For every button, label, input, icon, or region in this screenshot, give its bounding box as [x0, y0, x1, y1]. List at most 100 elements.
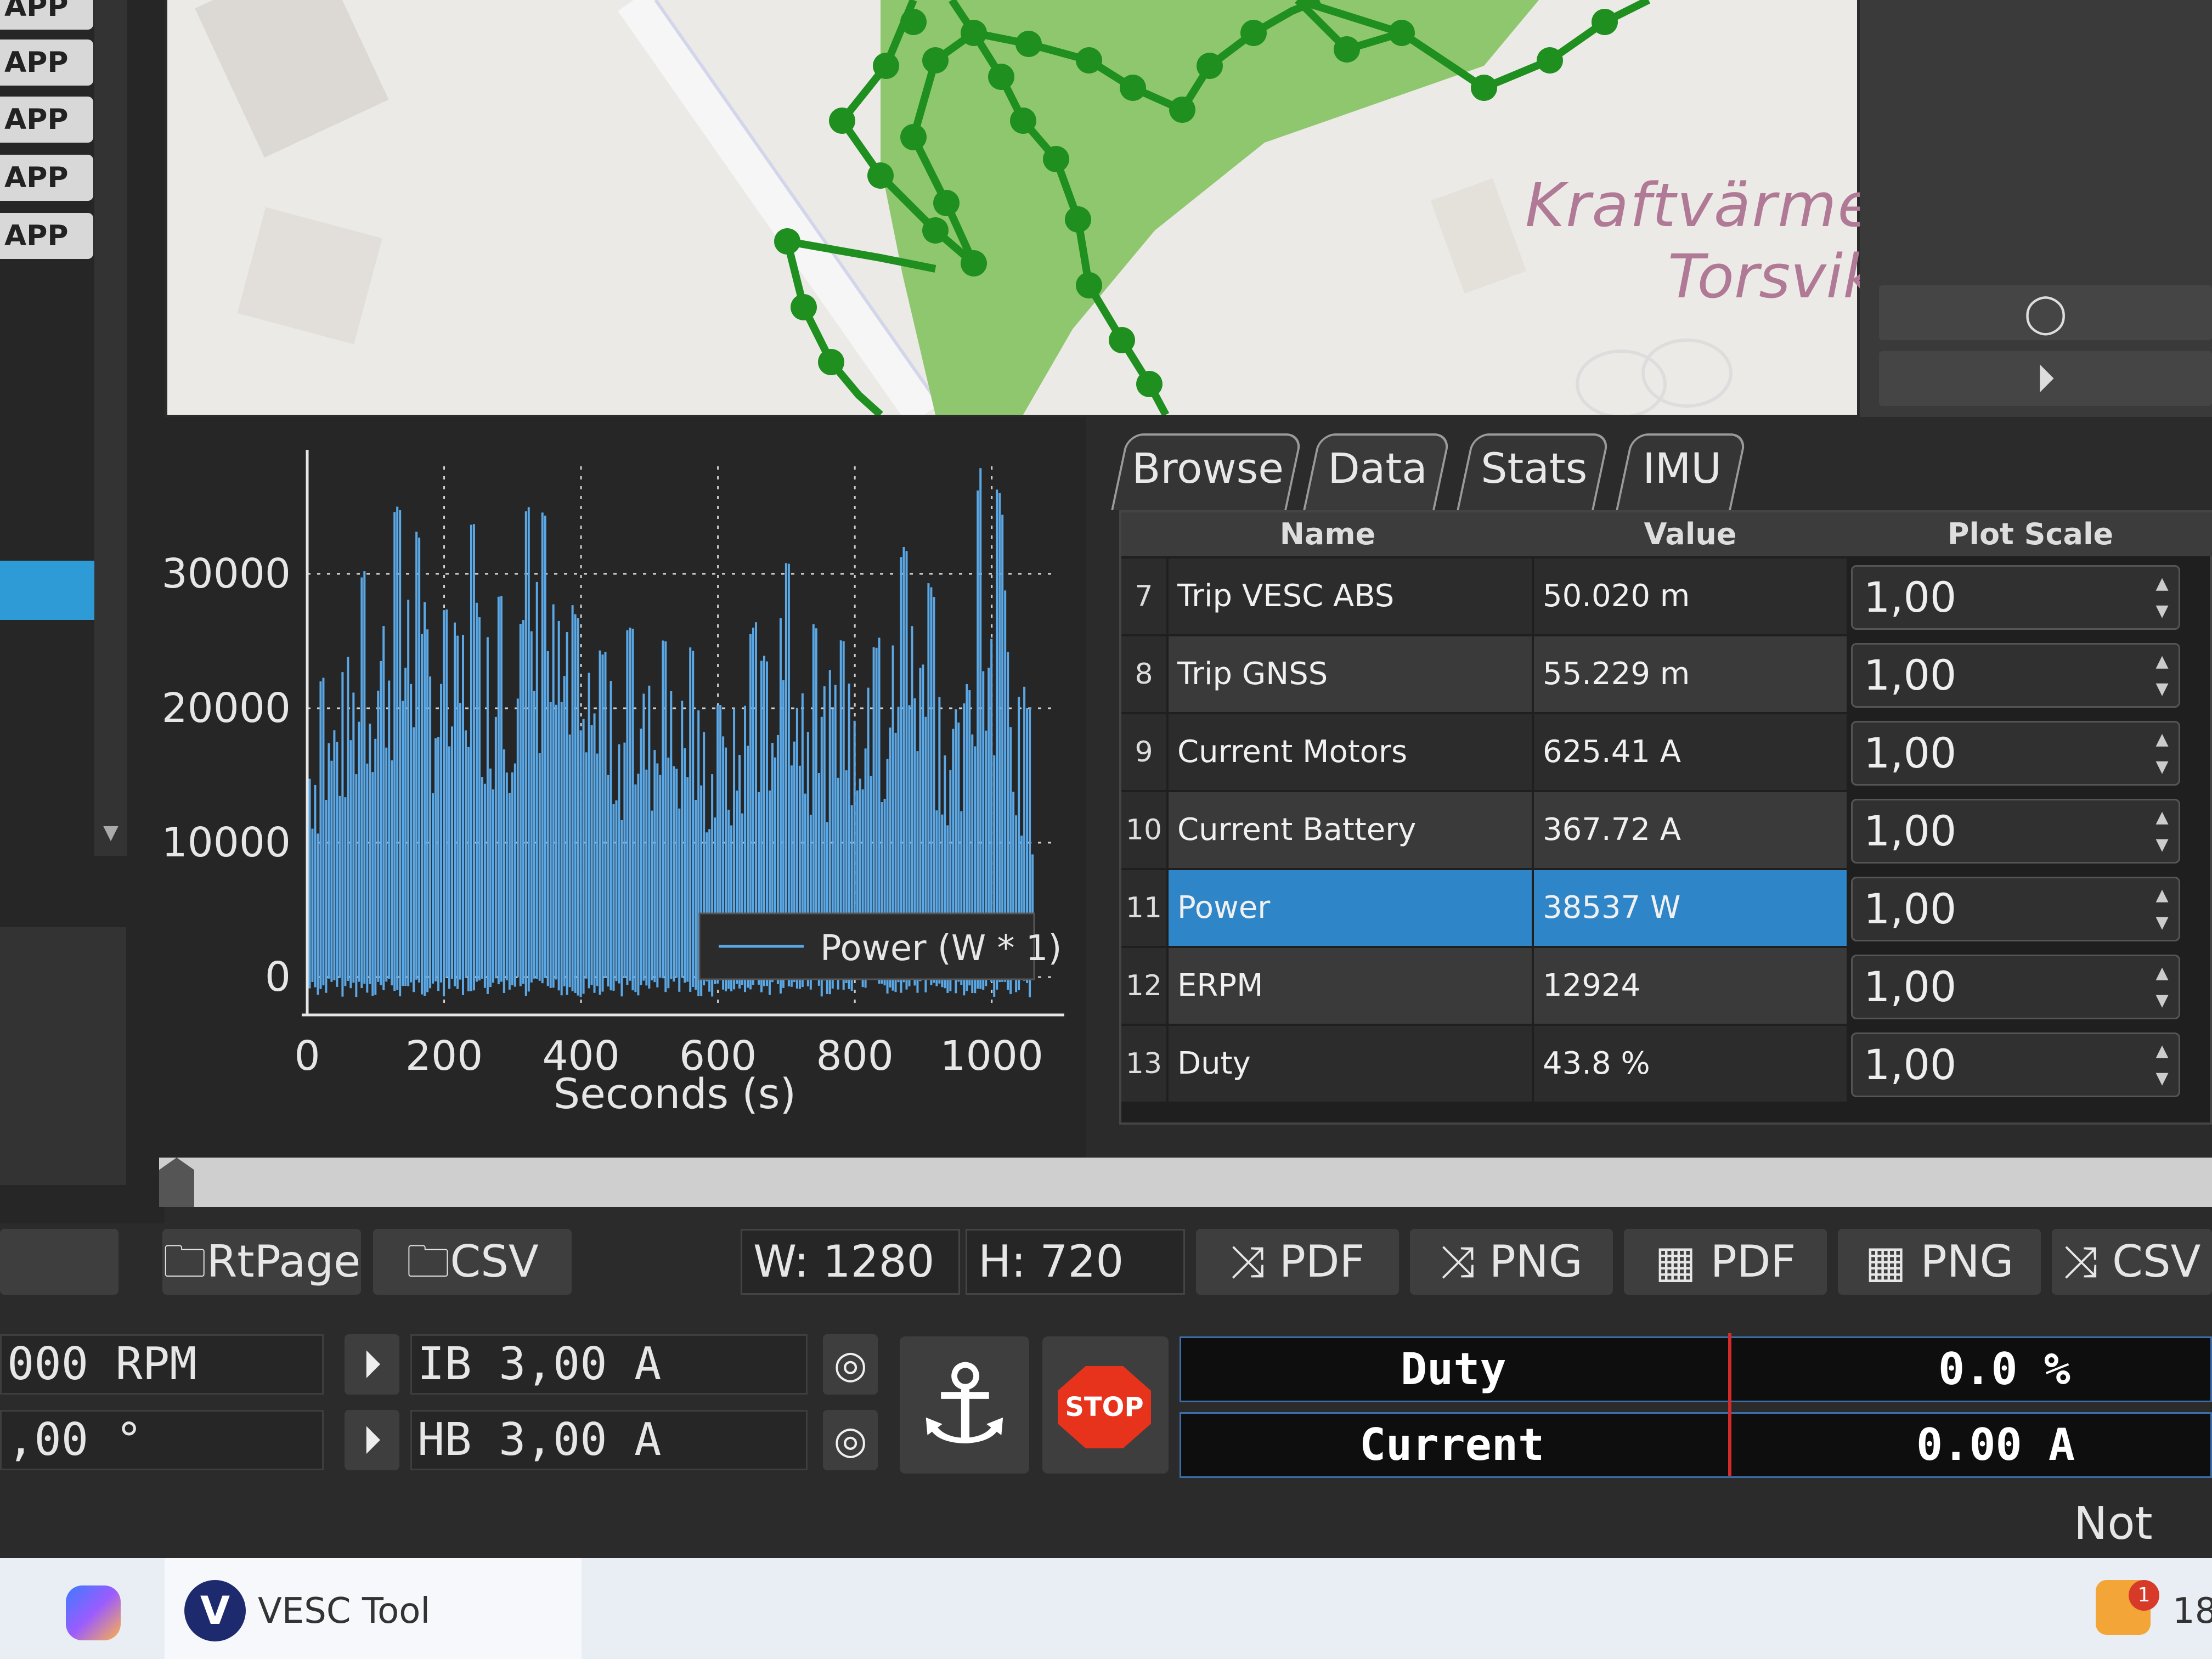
ib-input[interactable]: IB 3,00 A	[410, 1334, 808, 1395]
clock[interactable]: 18	[2172, 1591, 2212, 1632]
spin-arrows-icon[interactable]: ▲ ▼	[2151, 882, 2173, 936]
chart-bar	[489, 768, 492, 988]
sidebar-scrollbar[interactable]	[94, 0, 127, 856]
spin-arrows-icon[interactable]: ▲ ▼	[2151, 648, 2173, 703]
row-value: 38537 W	[1534, 870, 1847, 946]
copilot-icon[interactable]	[66, 1585, 121, 1640]
chart-bar	[648, 685, 651, 989]
brake-icon[interactable]: ◎	[823, 1410, 878, 1470]
app-button-4[interactable]: APP	[0, 155, 93, 201]
chart-bar	[522, 620, 524, 984]
x-tick-label: 0	[294, 1032, 320, 1080]
chart-bar	[631, 628, 634, 991]
map-png-button[interactable]: ▦ PNG	[1838, 1229, 2041, 1295]
chart-bar	[689, 647, 692, 992]
height-input[interactable]: H: 720	[966, 1229, 1185, 1295]
chart-bar	[568, 734, 571, 988]
chart-bar	[404, 668, 407, 986]
table-row[interactable]: 9 Current Motors 625.41 A 1,00 ▲ ▼	[1121, 714, 2212, 792]
rtpage-label: RtPage	[206, 1236, 361, 1287]
header-name[interactable]: Name	[1121, 512, 1534, 556]
spin-arrows-icon[interactable]: ▲ ▼	[2151, 804, 2173, 859]
chart-bar	[456, 635, 459, 989]
spin-arrows-icon[interactable]: ▲ ▼	[2151, 960, 2173, 1014]
export-pdf-button[interactable]: ⤨ PDF	[1196, 1229, 1399, 1295]
chart-bar	[410, 684, 413, 983]
sidebar-selected-item[interactable]	[0, 561, 94, 620]
table-row[interactable]: 13 Duty 43.8 % 1,00 ▲ ▼	[1121, 1026, 2212, 1104]
chart-bar	[684, 748, 686, 983]
hb-input[interactable]: HB 3,00 A	[410, 1410, 808, 1470]
table-row[interactable]: 11 Power 38537 W 1,00 ▲ ▼	[1121, 870, 2212, 948]
pdf-label: PDF	[1279, 1236, 1365, 1287]
chart-bar	[308, 778, 311, 989]
chevron-down-icon[interactable]: ▼	[97, 816, 125, 849]
chart-bar	[607, 775, 610, 987]
x-tick-label: 200	[405, 1032, 483, 1080]
chart-bar	[695, 799, 697, 990]
map-place-label-2: Torsvik	[1668, 241, 1878, 312]
play-icon[interactable]: ⏵	[345, 1334, 399, 1395]
timeline-slider[interactable]	[159, 1158, 2212, 1207]
plot-scale-spinbox[interactable]: 1,00 ▲ ▼	[1851, 955, 2180, 1019]
width-input[interactable]: W: 1280	[741, 1229, 960, 1295]
chart-bar	[577, 618, 579, 996]
play-icon[interactable]: ⏵	[1879, 351, 2212, 406]
export-csv-button[interactable]: ⤨ CSV	[2052, 1229, 2212, 1295]
tab-imu[interactable]: IMU	[1616, 433, 1747, 510]
chart-bar	[590, 725, 593, 985]
spin-arrows-icon[interactable]: ▲ ▼	[2151, 570, 2173, 625]
circle-icon[interactable]: ◯	[1879, 285, 2212, 340]
angle-input[interactable]: ,00 °	[0, 1410, 324, 1470]
table-row[interactable]: 8 Trip GNSS 55.229 m 1,00 ▲ ▼	[1121, 636, 2212, 714]
tab-stats[interactable]: Stats	[1457, 433, 1610, 510]
play-icon[interactable]: ⏵	[345, 1410, 399, 1470]
plot-scale-spinbox[interactable]: 1,00 ▲ ▼	[1851, 565, 2180, 630]
spin-arrows-icon[interactable]: ▲ ▼	[2151, 726, 2173, 781]
plot-scale-spinbox[interactable]: 1,00 ▲ ▼	[1851, 721, 2180, 786]
csv-button[interactable]: 🗀CSV	[373, 1229, 572, 1295]
app-button-3[interactable]: APP	[0, 97, 93, 143]
chart-export-icon: ⤨	[1230, 1236, 1266, 1287]
chart-bar	[448, 746, 451, 989]
tab-browse[interactable]: Browse	[1111, 433, 1303, 510]
chart-bar	[440, 684, 443, 983]
chart-bar	[604, 652, 607, 978]
chart-bar	[686, 777, 689, 982]
plot-scale-spinbox[interactable]: 1,00 ▲ ▼	[1851, 1032, 2180, 1097]
app-button-5[interactable]: APP	[0, 213, 93, 259]
header-plot-scale[interactable]: Plot Scale	[1847, 512, 2212, 556]
rtpage-button[interactable]: 🗀RtPage	[162, 1229, 361, 1295]
chart-bar	[341, 672, 344, 997]
brake-icon[interactable]: ◎	[823, 1334, 878, 1395]
row-value: 55.229 m	[1534, 636, 1847, 712]
app-button-1[interactable]: APP	[0, 0, 93, 30]
plot-scale-value: 1,00	[1864, 729, 1957, 777]
header-value[interactable]: Value	[1534, 512, 1847, 556]
chart-bar	[593, 713, 596, 993]
rpm-input[interactable]: 000 RPM	[0, 1334, 324, 1395]
app-button-2[interactable]: APP	[0, 40, 93, 86]
chart-bar	[472, 524, 475, 991]
tab-data[interactable]: Data	[1303, 433, 1451, 510]
legend-label: Power (W * 1)	[820, 928, 1062, 969]
export-png-button[interactable]: ⤨ PNG	[1410, 1229, 1613, 1295]
table-row[interactable]: 7 Trip VESC ABS 50.020 m 1,00 ▲ ▼	[1121, 558, 2212, 636]
stop-icon[interactable]: STOP	[1058, 1366, 1151, 1448]
display-divider	[1728, 1333, 1731, 1476]
plot-scale-spinbox[interactable]: 1,00 ▲ ▼	[1851, 643, 2180, 708]
plot-scale-spinbox[interactable]: 1,00 ▲ ▼	[1851, 799, 2180, 864]
chart-bar	[432, 793, 435, 984]
spin-arrows-icon[interactable]: ▲ ▼	[2151, 1037, 2173, 1092]
chart-bar	[424, 602, 426, 996]
table-row[interactable]: 12 ERPM 12924 1,00 ▲ ▼	[1121, 948, 2212, 1026]
chart-bar	[355, 774, 358, 997]
table-row[interactable]: 10 Current Battery 367.72 A 1,00 ▲ ▼	[1121, 792, 2212, 870]
chart-bar	[566, 632, 568, 995]
chart-bar	[516, 698, 519, 978]
toolbar-left-button[interactable]	[0, 1229, 119, 1295]
map-pdf-button[interactable]: ▦ PDF	[1624, 1229, 1827, 1295]
anchor-icon[interactable]: ⚓	[900, 1336, 1029, 1474]
plot-scale-spinbox[interactable]: 1,00 ▲ ▼	[1851, 877, 2180, 941]
chart-bar	[385, 747, 388, 982]
